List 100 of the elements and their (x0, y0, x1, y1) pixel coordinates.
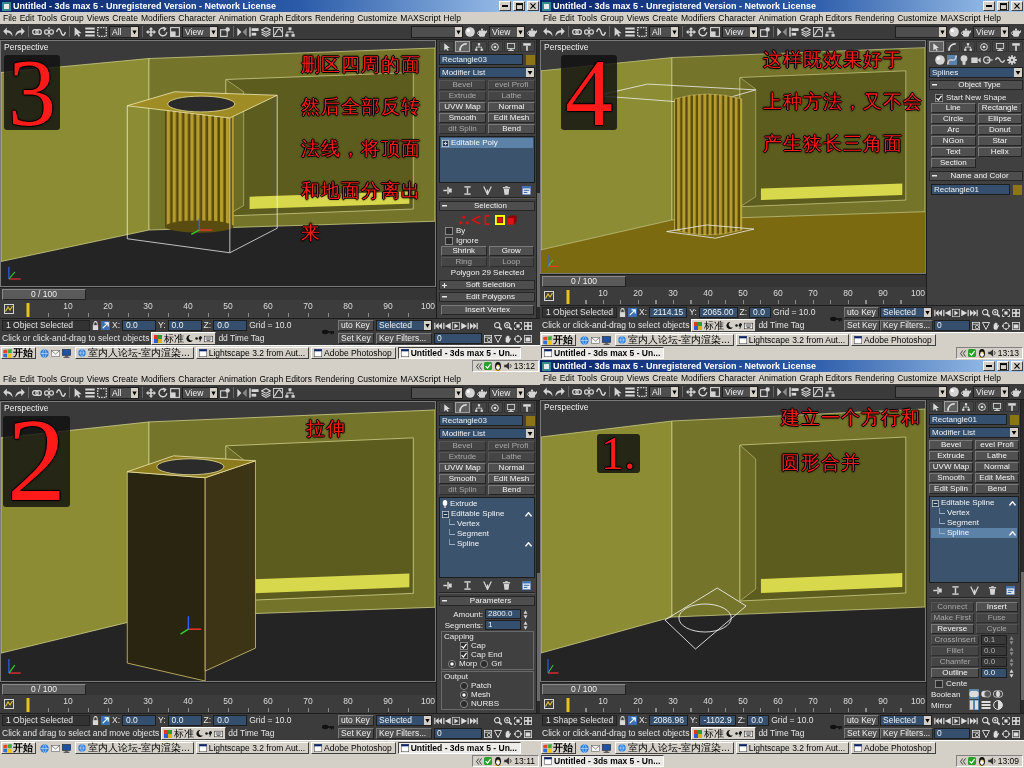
mirror-icon[interactable] (777, 386, 787, 397)
start-button[interactable]: 开始 (1, 742, 36, 754)
panel-tab[interactable] (503, 41, 519, 52)
hand-icon[interactable] (504, 334, 512, 343)
menu-item[interactable]: Create (112, 12, 138, 24)
grid-squares-icon[interactable] (524, 716, 532, 725)
number-field[interactable]: 2800.0 (485, 609, 521, 619)
triangle-icon[interactable] (982, 321, 990, 330)
penguin-icon[interactable] (494, 756, 503, 766)
time-slider-thumb[interactable]: 0 / 100 (542, 276, 626, 287)
node-tree-icon[interactable] (285, 387, 295, 398)
checkmark-square-icon[interactable] (967, 349, 976, 357)
taskbar-button[interactable]: Untitled - 3ds max 5 - Un... (541, 755, 665, 767)
panel-button[interactable]: Edit Mesh (975, 473, 1019, 483)
render-type-dropdown[interactable]: View (973, 385, 1009, 398)
panel-button[interactable]: Helix (977, 147, 1022, 157)
spinner-arrows-icon[interactable] (1009, 657, 1014, 667)
trash-icon[interactable] (502, 580, 512, 590)
viewport-label[interactable]: Perspective (4, 403, 49, 413)
filter-dropdown[interactable]: All (109, 25, 139, 38)
keyboard-icon[interactable] (744, 321, 754, 330)
chain-link-icon[interactable] (32, 26, 42, 37)
checkbox[interactable] (460, 641, 468, 650)
orbit-icon[interactable] (514, 334, 522, 343)
name-field[interactable]: Rectangle01 (931, 184, 1010, 195)
menu-item[interactable]: File (3, 373, 17, 385)
key-mode-dropdown[interactable]: Selected (376, 320, 432, 331)
curve-graph-icon[interactable] (273, 387, 283, 398)
magnifier-icon[interactable] (982, 308, 990, 317)
curve-graph-icon[interactable] (813, 386, 823, 397)
lock-icon[interactable] (619, 308, 627, 317)
panel-tab[interactable] (1008, 41, 1023, 52)
time-tag-button[interactable]: dd Time Tag (758, 728, 805, 739)
radio-button[interactable] (480, 659, 489, 668)
coordinate-field[interactable]: 0.0 (213, 320, 248, 331)
penguin-icon[interactable] (977, 348, 986, 358)
window-frame-icon[interactable] (524, 334, 532, 343)
dashed-rectangle-icon[interactable] (97, 387, 107, 398)
punctuation-icon[interactable] (205, 730, 213, 737)
magnifier-plus-icon[interactable] (992, 716, 1000, 725)
panel-button[interactable]: Edit Mesh (488, 113, 535, 123)
desktop-icon[interactable] (602, 743, 611, 753)
chevrons-icon[interactable] (475, 362, 482, 370)
four-squares-icon[interactable] (154, 334, 163, 343)
start-button[interactable]: 开始 (541, 742, 576, 754)
menu-item[interactable]: MAXScript (400, 12, 441, 24)
window-lines-icon[interactable] (1006, 585, 1015, 595)
scroll-bar[interactable] (536, 40, 540, 318)
broken-chain-icon[interactable] (44, 387, 54, 398)
move-icon[interactable] (146, 387, 156, 398)
panel-button[interactable]: Donut (977, 125, 1022, 135)
panel-button[interactable]: Bevel (929, 440, 973, 450)
frame-corners-icon[interactable] (514, 321, 522, 330)
mirror-icon[interactable] (777, 26, 787, 37)
minimize-button[interactable] (983, 361, 995, 371)
window-lines-icon[interactable] (522, 185, 531, 195)
menu-item[interactable]: Help (443, 373, 461, 385)
plus-box-icon[interactable] (442, 139, 449, 147)
rotate-icon[interactable] (158, 387, 168, 398)
sphere-icon[interactable] (465, 387, 475, 398)
menu-item[interactable]: Graph Editors (259, 373, 312, 385)
coordinate-field[interactable]: 0.0 (749, 307, 772, 318)
color-swatch[interactable] (526, 54, 535, 65)
coordinate-field[interactable]: -1102.9 (699, 715, 736, 726)
magnifier-plus-icon[interactable] (504, 716, 512, 725)
sphere-icon[interactable] (949, 26, 959, 37)
moon-icon[interactable] (186, 335, 194, 342)
frame-field[interactable]: 0 (434, 728, 482, 739)
speaker-icon[interactable] (987, 757, 996, 765)
key-mode-dropdown[interactable]: Selected (880, 307, 932, 318)
speaker-icon[interactable] (504, 757, 513, 765)
scale-icon[interactable] (710, 386, 720, 397)
time-slider-thumb[interactable]: 0 / 100 (2, 289, 86, 300)
scale-icon[interactable] (170, 387, 180, 398)
start-button[interactable]: 开始 (1, 347, 36, 359)
coordinate-system-dropdown[interactable]: View (722, 385, 758, 398)
spinner-arrows-icon[interactable] (1009, 646, 1014, 656)
list-icon[interactable] (85, 387, 95, 398)
menu-item[interactable]: Edit (559, 372, 575, 384)
curve-box-icon[interactable] (544, 699, 554, 709)
panel-button[interactable]: Edit Mesh (488, 474, 535, 484)
rollout-header[interactable]: Edit Polygons (439, 292, 535, 302)
taskbar-button[interactable]: Adobe Photoshop (311, 347, 396, 359)
set-key-button[interactable]: Set Key (338, 728, 374, 739)
menu-item[interactable]: Animation (758, 372, 797, 384)
teapot-icon[interactable] (1011, 386, 1021, 397)
menu-item[interactable]: File (543, 372, 557, 384)
menu-item[interactable]: Create (112, 373, 138, 385)
close-button[interactable] (1011, 361, 1023, 371)
key-filters-button[interactable]: Key Filters... (880, 320, 934, 331)
panel-tab[interactable] (439, 41, 455, 52)
envelope-icon[interactable] (51, 348, 60, 358)
sphere-icon[interactable] (949, 386, 959, 397)
trash-icon[interactable] (502, 185, 512, 195)
horizontal-bars-icon[interactable] (981, 700, 991, 710)
orbit-icon[interactable] (514, 729, 522, 738)
curve-icon[interactable] (947, 54, 957, 65)
punctuation-icon[interactable] (195, 335, 203, 342)
pin-icon[interactable] (443, 185, 452, 195)
panel-button[interactable]: Edit Splin (929, 484, 973, 494)
